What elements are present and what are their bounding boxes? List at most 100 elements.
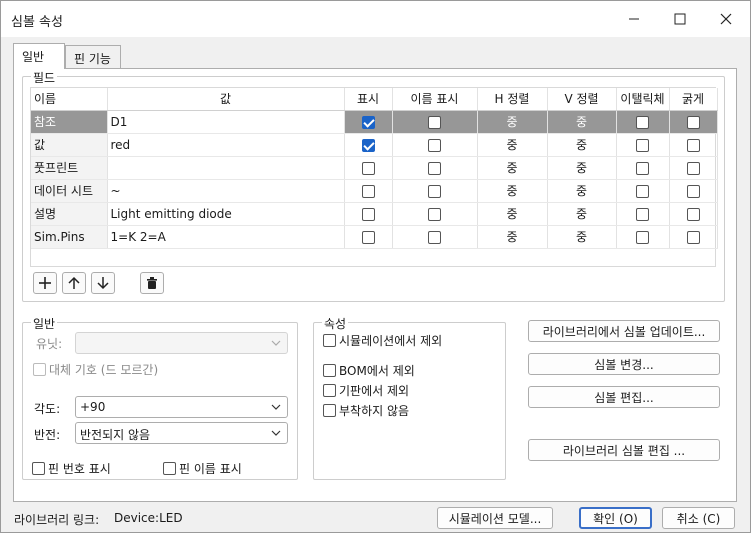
- column-header-show[interactable]: 표시: [344, 88, 393, 111]
- italic-checkbox[interactable]: [636, 207, 649, 221]
- italic-checkbox-cell[interactable]: [616, 110, 670, 134]
- exclude-sim-row[interactable]: 시뮬레이션에서 제외: [323, 332, 442, 349]
- move-down-button[interactable]: [91, 272, 115, 294]
- column-header-h-align[interactable]: H 정렬: [477, 88, 548, 111]
- show-pin-numbers-row[interactable]: 핀 번호 표시: [32, 460, 111, 477]
- show-name-checkbox-cell[interactable]: [392, 202, 478, 226]
- bold-checkbox[interactable]: [686, 161, 700, 175]
- italic-checkbox-cell[interactable]: [616, 133, 670, 157]
- delete-field-button[interactable]: [140, 272, 164, 294]
- show-name-checkbox-cell[interactable]: [392, 179, 478, 203]
- show-checkbox[interactable]: [361, 161, 375, 175]
- column-header-bold[interactable]: 굵게: [669, 88, 718, 111]
- italic-checkbox-cell[interactable]: [616, 202, 670, 226]
- bold-checkbox[interactable]: [686, 184, 700, 198]
- h-align-cell[interactable]: 중: [477, 156, 548, 180]
- italic-checkbox[interactable]: [636, 115, 649, 129]
- column-header-value[interactable]: 값: [107, 88, 345, 111]
- italic-checkbox-cell[interactable]: [616, 156, 670, 180]
- cancel-button[interactable]: 취소 (C): [662, 507, 735, 529]
- bold-checkbox-cell[interactable]: [669, 133, 718, 157]
- field-value-cell[interactable]: [107, 156, 345, 180]
- field-name-cell[interactable]: 데이터 시트: [31, 179, 108, 203]
- minimize-button[interactable]: [611, 1, 657, 37]
- move-up-button[interactable]: [62, 272, 86, 294]
- show-name-checkbox-cell[interactable]: [392, 225, 478, 249]
- bold-checkbox[interactable]: [686, 230, 700, 244]
- table-row[interactable]: 참조 D1 중 중: [31, 110, 718, 134]
- tab-pin-functions[interactable]: 핀 기능: [65, 45, 121, 69]
- show-checkbox-cell[interactable]: [344, 133, 393, 157]
- italic-checkbox-cell[interactable]: [616, 225, 670, 249]
- v-align-cell[interactable]: 중: [547, 110, 617, 134]
- bold-checkbox-cell[interactable]: [669, 225, 718, 249]
- field-value-cell[interactable]: ~: [107, 179, 345, 203]
- exclude-board-row[interactable]: 기판에서 제외: [323, 382, 409, 399]
- mirror-select[interactable]: 반전되지 않음: [75, 422, 288, 444]
- add-field-button[interactable]: [33, 272, 57, 294]
- show-name-checkbox[interactable]: [428, 138, 441, 152]
- field-name-cell[interactable]: 설명: [31, 202, 108, 226]
- bold-checkbox[interactable]: [686, 138, 700, 152]
- h-align-cell[interactable]: 중: [477, 225, 548, 249]
- field-name-cell[interactable]: Sim.Pins: [31, 225, 108, 249]
- bold-checkbox-cell[interactable]: [669, 179, 718, 203]
- italic-checkbox[interactable]: [636, 161, 649, 175]
- show-pin-numbers-checkbox[interactable]: [32, 462, 45, 475]
- show-pin-names-checkbox[interactable]: [163, 462, 176, 475]
- column-header-name[interactable]: 이름: [31, 88, 108, 111]
- field-value-cell[interactable]: 1=K 2=A: [107, 225, 345, 249]
- column-header-v-align[interactable]: V 정렬: [547, 88, 617, 111]
- alt-symbol-checkbox-row[interactable]: 대체 기호 (드 모르간): [33, 361, 158, 378]
- show-checkbox[interactable]: [361, 115, 375, 129]
- bold-checkbox-cell[interactable]: [669, 202, 718, 226]
- field-name-cell[interactable]: 값: [31, 133, 108, 157]
- show-name-checkbox[interactable]: [428, 161, 441, 175]
- simulation-model-button[interactable]: 시뮬레이션 모델...: [437, 507, 553, 529]
- show-checkbox-cell[interactable]: [344, 110, 393, 134]
- show-pin-names-row[interactable]: 핀 이름 표시: [163, 460, 242, 477]
- italic-checkbox-cell[interactable]: [616, 179, 670, 203]
- tab-general[interactable]: 일반: [13, 43, 65, 69]
- v-align-cell[interactable]: 중: [547, 202, 617, 226]
- exclude-bom-checkbox[interactable]: [323, 364, 336, 377]
- show-name-checkbox[interactable]: [428, 115, 441, 129]
- table-row[interactable]: 값 red 중 중: [31, 133, 718, 157]
- change-symbol-button[interactable]: 심볼 변경...: [528, 353, 720, 375]
- edit-library-symbol-button[interactable]: 라이브러리 심볼 편집 ...: [528, 439, 720, 461]
- field-name-cell[interactable]: 참조: [31, 110, 108, 134]
- v-align-cell[interactable]: 중: [547, 225, 617, 249]
- table-row[interactable]: 데이터 시트 ~ 중 중: [31, 179, 718, 203]
- table-row[interactable]: Sim.Pins 1=K 2=A 중 중: [31, 225, 718, 249]
- fields-grid[interactable]: 이름 값 표시 이름 표시 H 정렬 V 정렬 이탤릭체 굵게 참조 D1 중: [30, 87, 718, 267]
- exclude-bom-row[interactable]: BOM에서 제외: [323, 362, 415, 379]
- exclude-sim-checkbox[interactable]: [323, 334, 336, 347]
- field-value-cell[interactable]: D1: [107, 110, 345, 134]
- column-header-show-name[interactable]: 이름 표시: [392, 88, 478, 111]
- show-checkbox[interactable]: [361, 184, 375, 198]
- show-checkbox-cell[interactable]: [344, 156, 393, 180]
- table-row[interactable]: 풋프린트 중 중: [31, 156, 718, 180]
- show-checkbox-cell[interactable]: [344, 202, 393, 226]
- show-name-checkbox-cell[interactable]: [392, 110, 478, 134]
- bold-checkbox[interactable]: [686, 115, 700, 129]
- show-name-checkbox[interactable]: [428, 230, 441, 244]
- show-checkbox-cell[interactable]: [344, 225, 393, 249]
- v-align-cell[interactable]: 중: [547, 133, 617, 157]
- update-from-library-button[interactable]: 라이브러리에서 심볼 업데이트...: [528, 320, 720, 342]
- field-name-cell[interactable]: 풋프린트: [31, 156, 108, 180]
- close-button[interactable]: [703, 1, 749, 37]
- bold-checkbox[interactable]: [686, 207, 700, 221]
- angle-select[interactable]: +90: [75, 396, 288, 418]
- bold-checkbox-cell[interactable]: [669, 110, 718, 134]
- show-name-checkbox[interactable]: [428, 207, 441, 221]
- show-checkbox[interactable]: [361, 138, 375, 152]
- h-align-cell[interactable]: 중: [477, 202, 548, 226]
- maximize-button[interactable]: [657, 1, 703, 37]
- field-value-cell[interactable]: Light emitting diode: [107, 202, 345, 226]
- dnp-row[interactable]: 부착하지 않음: [323, 402, 409, 419]
- show-checkbox-cell[interactable]: [344, 179, 393, 203]
- v-align-cell[interactable]: 중: [547, 179, 617, 203]
- exclude-board-checkbox[interactable]: [323, 384, 336, 397]
- h-align-cell[interactable]: 중: [477, 133, 548, 157]
